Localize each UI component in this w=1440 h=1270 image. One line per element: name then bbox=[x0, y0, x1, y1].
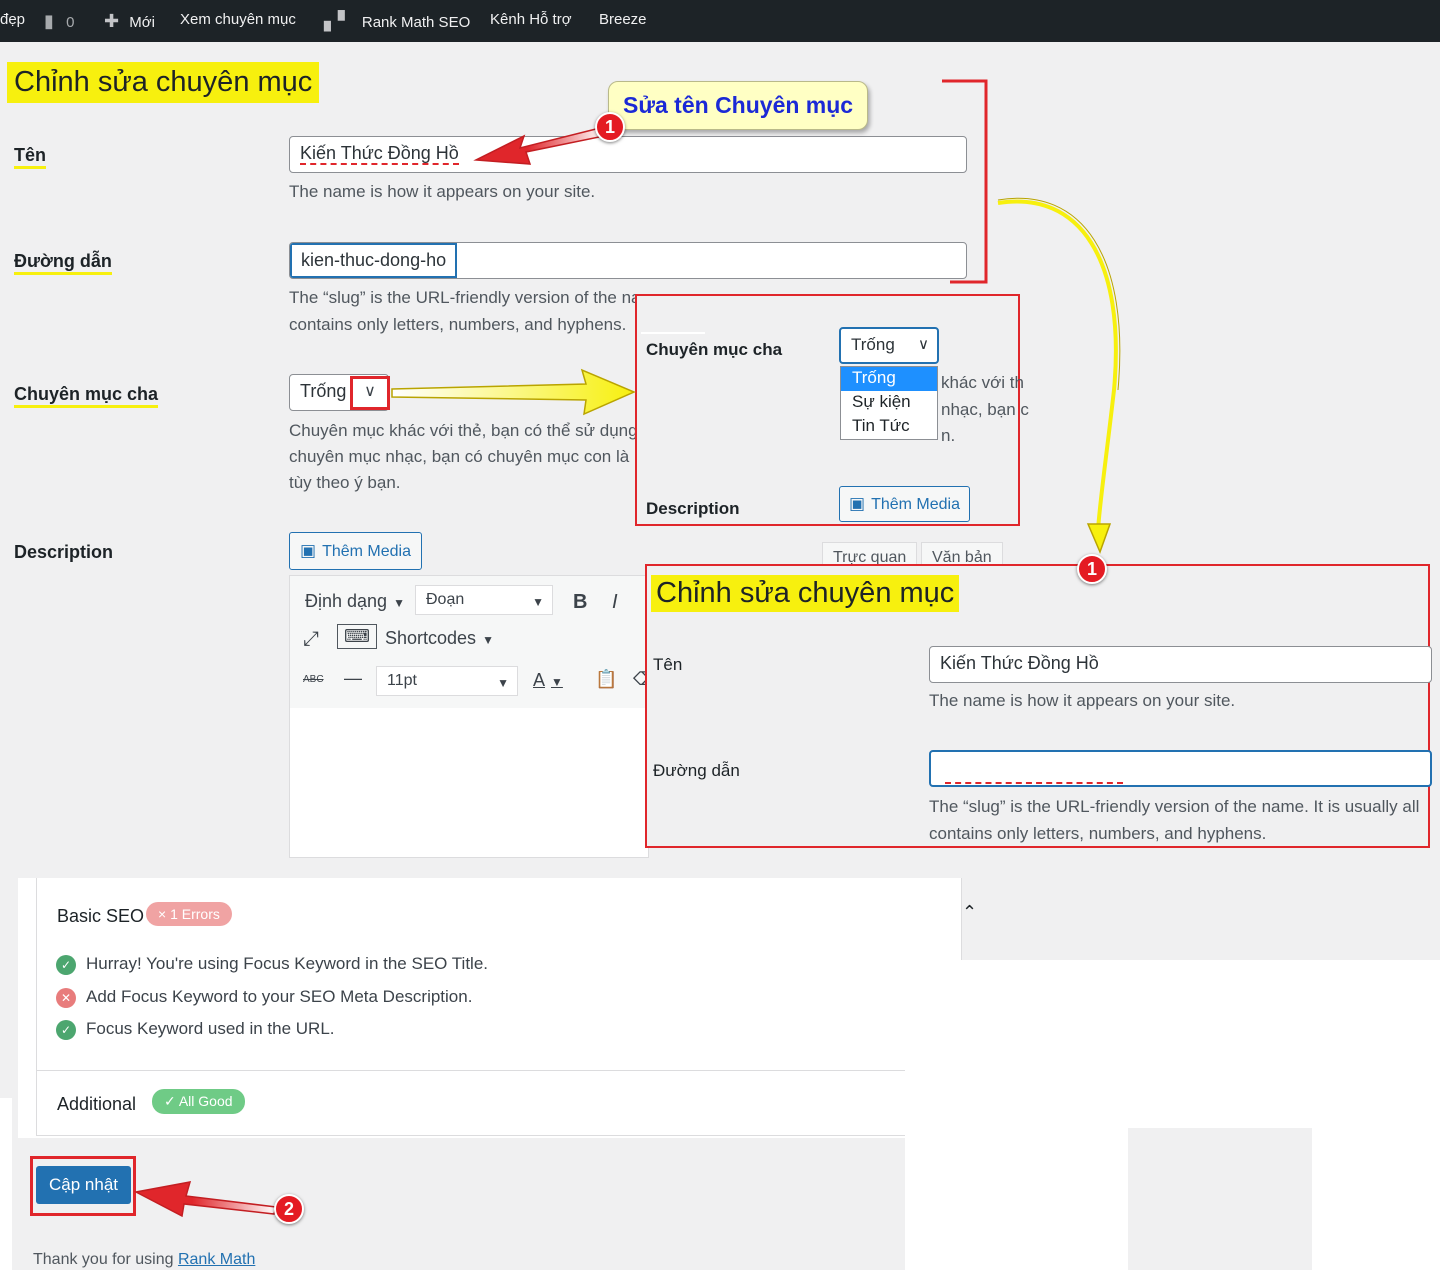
red-arrow-2 bbox=[133, 1181, 277, 1218]
step-badge-2: 2 bbox=[274, 1194, 304, 1224]
bracket-shape bbox=[942, 79, 988, 284]
curved-yellow-arrow-outline bbox=[997, 197, 1121, 391]
red-arrow-1 bbox=[473, 127, 606, 165]
yellow-arrow bbox=[391, 368, 636, 416]
step-badge-1: 1 bbox=[595, 112, 625, 142]
annotation-overlay bbox=[133, 79, 1121, 1218]
step-badge-1-zoom: 1 bbox=[1077, 554, 1107, 584]
curved-arrow-head bbox=[1086, 523, 1112, 555]
curved-yellow-arrow bbox=[997, 199, 1118, 531]
